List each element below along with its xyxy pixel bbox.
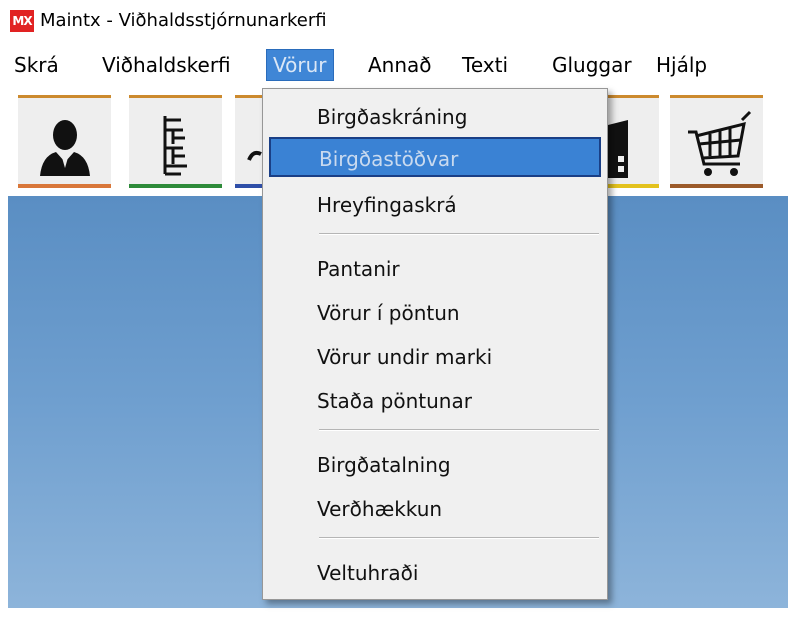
- menu-separator: [319, 429, 599, 431]
- menu-vidhaldskerfi[interactable]: Viðhaldskerfi: [96, 50, 237, 80]
- menu-item-vorur-i-pontun[interactable]: Vörur í pöntun: [269, 293, 601, 333]
- menu-item-vorur-undir-marki[interactable]: Vörur undir marki: [269, 337, 601, 377]
- menu-annad[interactable]: Annað: [362, 50, 438, 80]
- app-logo: MX: [10, 10, 34, 32]
- menu-separator: [319, 233, 599, 235]
- menu-texti[interactable]: Texti: [456, 50, 514, 80]
- menu-skra[interactable]: Skrá: [8, 50, 65, 80]
- menu-vorur[interactable]: Vörur: [266, 49, 334, 81]
- menu-item-verdhaekkun[interactable]: Verðhækkun: [269, 489, 601, 529]
- toolbar-button-purchasing[interactable]: [670, 95, 763, 188]
- menu-bar: Skrá Viðhaldskerfi Vörur Annað Texti Glu…: [0, 44, 788, 88]
- tree-structure-icon: [163, 116, 187, 176]
- menu-item-birgdatalning[interactable]: Birgðatalning: [269, 445, 601, 485]
- menu-gluggar[interactable]: Gluggar: [546, 50, 638, 80]
- menu-item-veltuhradi[interactable]: Veltuhraði: [269, 553, 601, 593]
- menu-separator: [319, 537, 599, 539]
- shopping-cart-icon: [688, 110, 752, 176]
- title-bar: MX Maintx - Viðhaldsstjórnunarkerfi: [0, 0, 788, 42]
- user-icon: [40, 120, 90, 176]
- menu-hjalp[interactable]: Hjálp: [650, 50, 713, 80]
- menu-item-pantanir[interactable]: Pantanir: [269, 249, 601, 289]
- menu-item-stada-pontunar[interactable]: Staða pöntunar: [269, 381, 601, 421]
- menu-item-birgdaskraning[interactable]: Birgðaskráning: [269, 97, 601, 137]
- toolbar-button-users[interactable]: [18, 95, 111, 188]
- vorur-dropdown-menu: Birgðaskráning Birgðastöðvar Hreyfingask…: [262, 88, 608, 600]
- window-title: Maintx - Viðhaldsstjórnunarkerfi: [40, 10, 327, 31]
- toolbar-button-structure[interactable]: [129, 95, 222, 188]
- menu-item-hreyfingaskra[interactable]: Hreyfingaskrá: [269, 185, 601, 225]
- menu-item-birgdastodvar[interactable]: Birgðastöðvar: [269, 137, 601, 177]
